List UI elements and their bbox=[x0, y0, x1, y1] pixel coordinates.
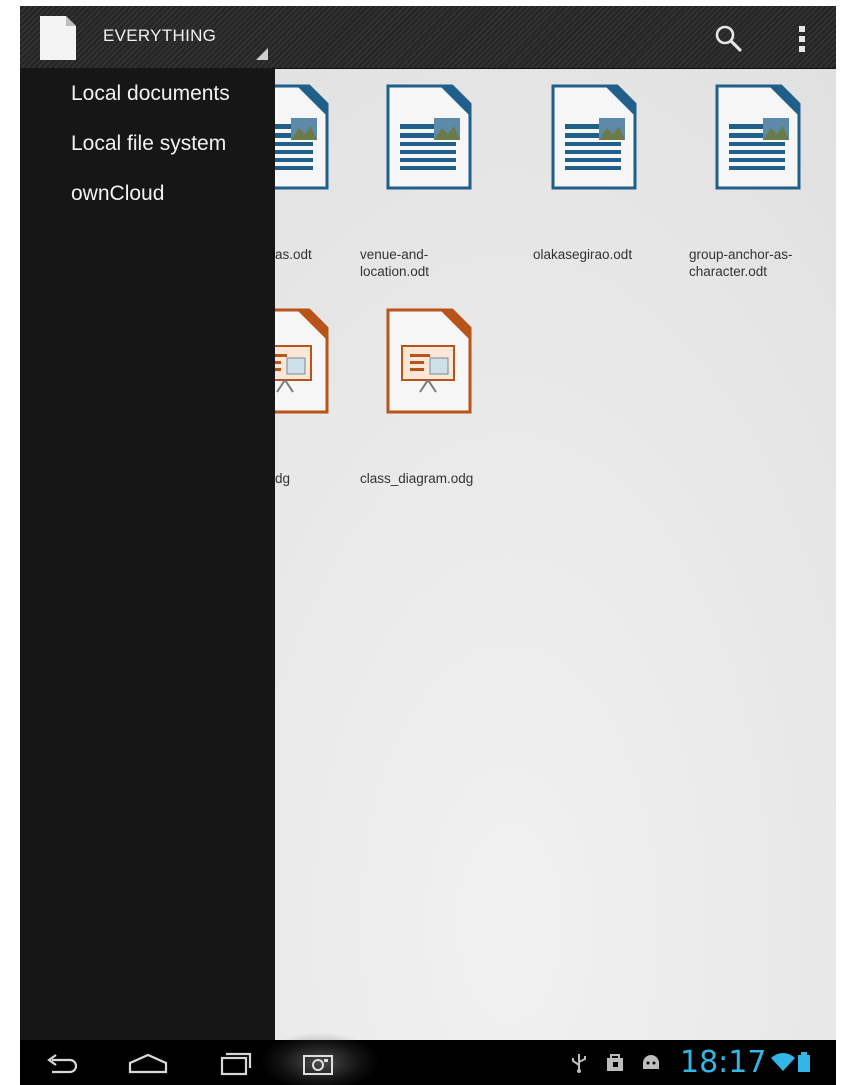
location-title[interactable]: EVERYTHING bbox=[103, 26, 216, 46]
system-bar: 18:17 bbox=[20, 1032, 836, 1085]
status-clock: 18:17 bbox=[680, 1045, 767, 1080]
file-item[interactable]: group-anchor-as- character.odt bbox=[689, 74, 829, 279]
android-debug-icon bbox=[643, 1055, 659, 1069]
drawer-item-owncloud[interactable]: ownCloud bbox=[71, 182, 164, 206]
file-name: class_diagram.odg bbox=[360, 471, 474, 486]
navigation-drawer: Local documents Local file system ownClo… bbox=[20, 68, 275, 1040]
battery-icon bbox=[798, 1052, 810, 1072]
recent-apps-icon[interactable] bbox=[210, 1046, 258, 1080]
action-bar: EVERYTHING bbox=[20, 6, 836, 69]
device-screen: EVERYTHING as.odt venue-and- location.od… bbox=[20, 6, 836, 1085]
store-icon bbox=[607, 1054, 623, 1071]
spinner-indicator-icon bbox=[256, 48, 268, 60]
writer-document-icon bbox=[715, 84, 801, 190]
back-icon[interactable] bbox=[38, 1046, 86, 1080]
file-item[interactable]: class_diagram.odg bbox=[360, 298, 500, 498]
search-icon[interactable] bbox=[712, 22, 746, 56]
file-name: venue-and- location.odt bbox=[360, 247, 430, 279]
writer-document-icon bbox=[386, 84, 472, 190]
drawer-item-local-file-system[interactable]: Local file system bbox=[71, 132, 226, 156]
draw-document-icon bbox=[386, 308, 472, 414]
home-icon[interactable] bbox=[124, 1046, 172, 1080]
usb-icon bbox=[572, 1054, 586, 1073]
app-document-icon[interactable] bbox=[38, 14, 78, 62]
file-name: group-anchor-as- character.odt bbox=[689, 247, 793, 279]
writer-document-icon bbox=[551, 84, 637, 190]
overflow-menu-icon[interactable] bbox=[790, 22, 814, 56]
screenshot-icon[interactable] bbox=[294, 1046, 342, 1080]
drawer-item-local-documents[interactable]: Local documents bbox=[71, 82, 230, 106]
file-item[interactable]: venue-and- location.odt bbox=[360, 74, 500, 279]
file-item[interactable]: olakasegirao.odt bbox=[525, 74, 665, 274]
file-name: olakasegirao.odt bbox=[533, 247, 633, 262]
wifi-icon bbox=[771, 1053, 795, 1071]
